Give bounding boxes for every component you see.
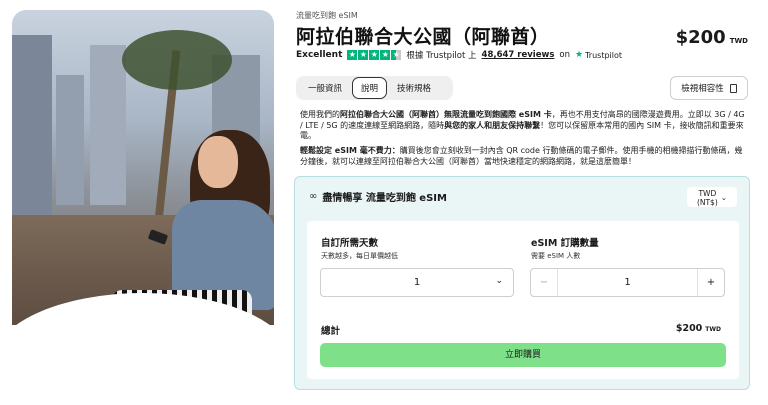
total-label: 總計: [321, 326, 341, 337]
price-amount: $200: [675, 27, 726, 48]
days-label: 自訂所需天數: [321, 238, 379, 249]
purchase-title: 盡情暢享 流量吃到飽 eSIM: [322, 193, 447, 204]
total-currency: TWD: [705, 326, 721, 333]
days-select[interactable]: 1 ⌄: [320, 268, 514, 297]
description-paragraph-1: 使用我們的阿拉伯聯合大公國（阿聯酋）無限流量吃到飽國際 eSIM 卡，再也不用支…: [300, 110, 746, 142]
days-select-value: 1: [413, 277, 421, 288]
quantity-stepper[interactable]: − 1 +: [530, 268, 725, 297]
tab-tech-specs[interactable]: 技術規格: [389, 78, 439, 98]
star-icon: ★: [380, 50, 391, 60]
reviews-link[interactable]: 48,647 reviews: [482, 50, 555, 60]
palm-leaves: [122, 30, 232, 90]
half-star-icon: ★: [391, 50, 402, 60]
tab-general-info[interactable]: 一般資訊: [300, 78, 350, 98]
price-currency: TWD: [729, 37, 748, 45]
building-shape: [56, 75, 84, 205]
compat-label: 檢視相容性: [681, 84, 724, 94]
quantity-hint: 需要 eSIM 人數: [531, 252, 581, 260]
trustpilot-brand: Trustpilot: [585, 50, 623, 60]
desc-bold: 阿拉伯聯合大公國（阿聯酋）無限流量吃到飽國際 eSIM 卡: [340, 110, 552, 119]
price: $200 TWD: [676, 27, 748, 48]
building-shape: [12, 35, 52, 215]
total-amount: $200: [675, 323, 703, 334]
building-shape: [90, 45, 126, 205]
purchase-header: ∞ 盡情暢享 流量吃到飽 eSIM: [309, 189, 447, 204]
woman-face: [198, 136, 238, 188]
description-paragraph-2: 輕鬆設定 eSIM 毫不費力：購買後您會立刻收到一封內含 QR code 行動條…: [300, 146, 746, 167]
buy-now-button[interactable]: 立即購買: [320, 343, 726, 367]
page-title: 阿拉伯聯合大公國（阿聯酋）: [296, 26, 550, 48]
info-tabs: 一般資訊 說明 技術規格: [296, 76, 453, 100]
rating-on: on: [559, 50, 570, 60]
desc-text: 使用我們的: [300, 110, 340, 119]
minus-icon[interactable]: −: [531, 269, 558, 296]
days-hint: 天數越多，每日單價越低: [321, 252, 398, 260]
device-icon: [729, 83, 737, 93]
plus-icon[interactable]: +: [697, 269, 724, 296]
currency-select[interactable]: TWD (NT$) ⌄: [687, 187, 737, 207]
rating-prefix: 根據 Trustpilot 上: [406, 51, 477, 61]
desc-bold: 輕鬆設定 eSIM 毫不費力：: [300, 146, 400, 155]
tab-description[interactable]: 說明: [352, 77, 388, 99]
desc-bold: 與您的家人和朋友保持聯繫: [444, 120, 541, 130]
chevron-down-icon: ⌄: [495, 276, 503, 286]
trustpilot-logo[interactable]: ★ Trustpilot: [575, 50, 622, 60]
chevron-down-icon: ⌄: [720, 193, 728, 202]
total-price: $200 TWD: [676, 323, 721, 334]
quantity-label: eSIM 訂購數量: [531, 238, 599, 249]
star-icon: ★: [347, 50, 358, 60]
purchase-panel: ∞ 盡情暢享 流量吃到飽 eSIM TWD (NT$) ⌄ 自訂所需天數 天數越…: [294, 176, 750, 390]
hero-image: [12, 10, 274, 325]
trustpilot-star-icon: ★: [575, 50, 584, 60]
rating-word: Excellent: [296, 50, 343, 60]
breadcrumb[interactable]: 流量吃到飽 eSIM: [296, 10, 358, 21]
quantity-value: 1: [624, 277, 631, 288]
infinity-icon: ∞: [309, 191, 318, 202]
star-icon: ★: [358, 50, 369, 60]
star-icon: ★: [369, 50, 380, 60]
trustpilot-rating: Excellent ★ ★ ★ ★ ★ 根據 Trustpilot 上 48,6…: [296, 49, 622, 61]
purchase-form: 自訂所需天數 天數越多，每日單價越低 eSIM 訂購數量 需要 eSIM 人數 …: [307, 221, 739, 379]
check-compatibility-button[interactable]: 檢視相容性: [670, 76, 748, 100]
currency-select-value: TWD (NT$): [696, 188, 718, 207]
rating-stars: ★ ★ ★ ★ ★: [347, 50, 402, 60]
